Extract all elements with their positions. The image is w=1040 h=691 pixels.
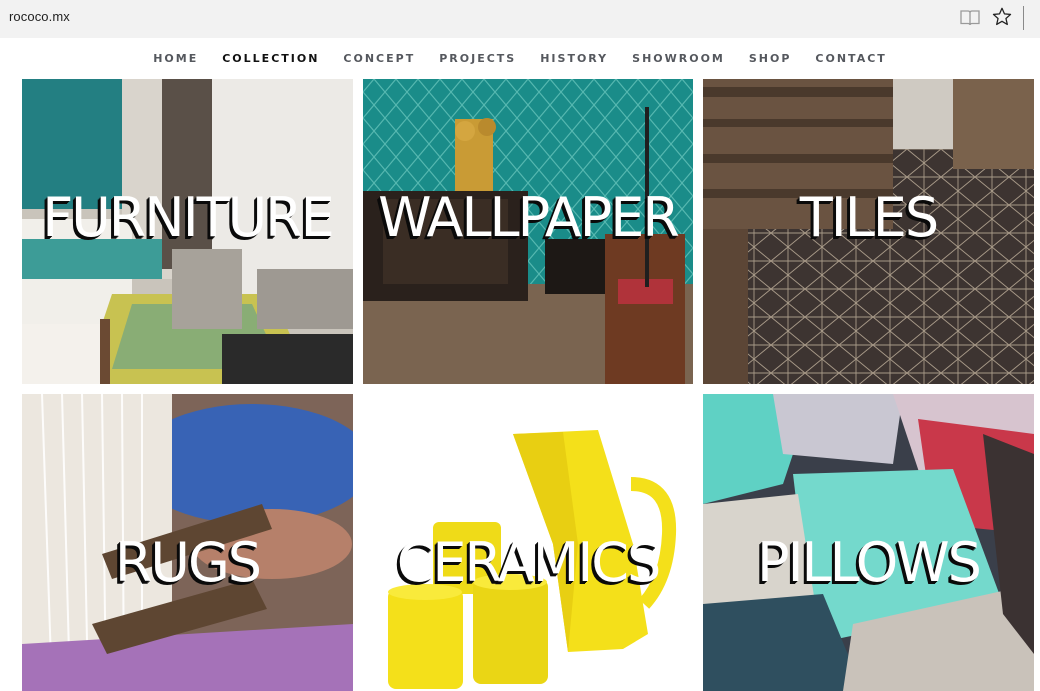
nav-collection[interactable]: COLLECTION: [222, 52, 319, 65]
tile-label-tiles: TILES: [799, 186, 939, 249]
nav-projects[interactable]: PROJECTS: [439, 52, 516, 65]
collection-tile-pillows[interactable]: PILLOWS: [703, 394, 1034, 691]
nav-showroom[interactable]: SHOWROOM: [632, 52, 725, 65]
browser-toolbar: rococo.mx: [0, 0, 1040, 38]
collection-tile-furniture[interactable]: FURNITURE: [22, 79, 353, 384]
collection-tile-tiles[interactable]: TILES: [703, 79, 1034, 384]
tile-label-wallpaper: WALLPAPER: [378, 186, 680, 249]
nav-concept[interactable]: CONCEPT: [343, 52, 415, 65]
main-navigation: HOME COLLECTION CONCEPT PROJECTS HISTORY…: [0, 38, 1040, 78]
toolbar-divider: [1023, 6, 1024, 30]
reading-view-icon[interactable]: [960, 9, 980, 27]
collection-tile-ceramics[interactable]: CERAMICS: [363, 394, 693, 691]
favorite-star-icon[interactable]: [991, 6, 1013, 28]
nav-home[interactable]: HOME: [153, 52, 198, 65]
nav-contact[interactable]: CONTACT: [815, 52, 886, 65]
nav-shop[interactable]: SHOP: [749, 52, 792, 65]
tile-label-rugs: RUGS: [114, 531, 262, 594]
nav-history[interactable]: HISTORY: [540, 52, 608, 65]
collection-tile-rugs[interactable]: RUGS: [22, 394, 353, 691]
collection-tile-wallpaper[interactable]: WALLPAPER: [363, 79, 693, 384]
tile-label-pillows: PILLOWS: [757, 531, 982, 594]
tile-label-ceramics: CERAMICS: [396, 531, 662, 594]
tile-label-furniture: FURNITURE: [42, 186, 335, 249]
address-bar-url[interactable]: rococo.mx: [9, 9, 70, 24]
